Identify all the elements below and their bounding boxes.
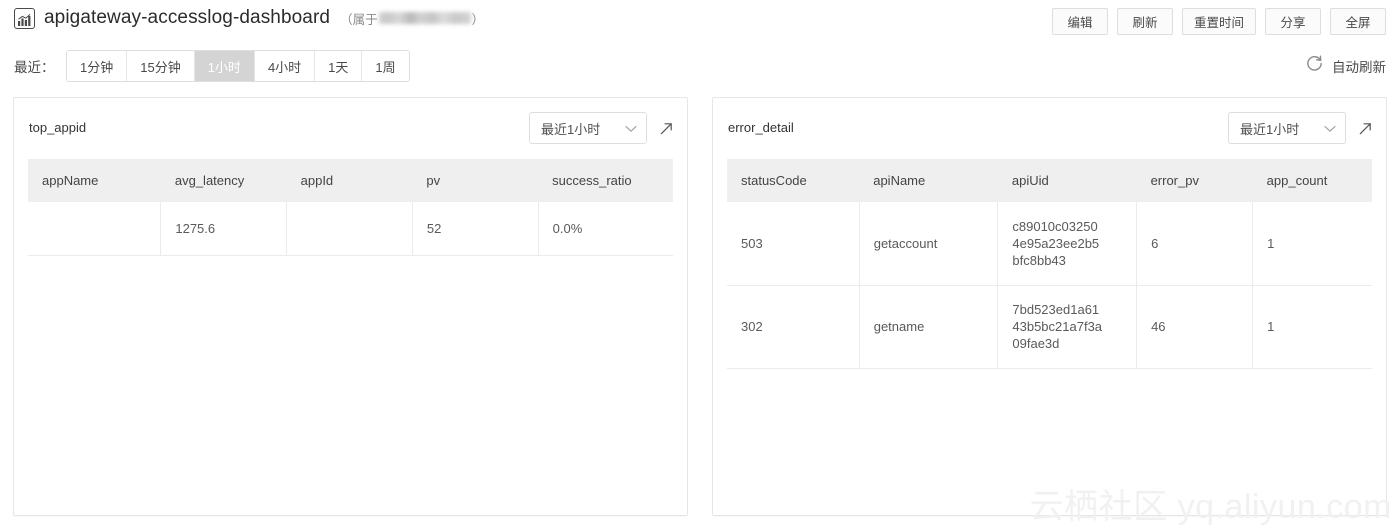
- panel-title-top-appid: top_appid: [29, 120, 87, 135]
- cell-success-ratio: 0.0%: [538, 202, 673, 256]
- panel-error-detail: error_detail 最近1小时 statusCode apiName ap…: [712, 97, 1387, 516]
- range-1m[interactable]: 1分钟: [67, 51, 128, 81]
- auto-refresh-control[interactable]: 自动刷新: [1305, 54, 1386, 78]
- dashboard-page: apigateway-accesslog-dashboard （属于 ） 编辑 …: [0, 0, 1400, 529]
- header-actions: 编辑 刷新 重置时间 分享 全屏: [1051, 8, 1386, 35]
- cell-avg-latency: 1275.6: [160, 202, 288, 256]
- panel-range-value: 最近1小时: [1240, 121, 1300, 137]
- cell-apiname: getname: [859, 285, 999, 369]
- table-error-detail: statusCode apiName apiUid error_pv app_c…: [727, 159, 1372, 369]
- edit-button[interactable]: 编辑: [1051, 8, 1108, 35]
- col-app-count[interactable]: app_count: [1252, 159, 1372, 202]
- table-body: 503 getaccount c89010c032504e95a23ee2b5b…: [727, 202, 1372, 369]
- col-pv[interactable]: pv: [412, 159, 539, 202]
- time-range-group: 1分钟 15分钟 1小时 4小时 1天 1周: [66, 50, 410, 82]
- panel-header: error_detail 最近1小时: [713, 98, 1386, 159]
- col-appid[interactable]: appId: [286, 159, 413, 202]
- cell-apiuid: 7bd523ed1a6143b5bc21a7f3a09fae3d: [997, 285, 1138, 369]
- panel-tools: 最近1小时: [529, 112, 675, 144]
- auto-refresh-label: 自动刷新: [1332, 60, 1386, 75]
- table-top-appid: appName avg_latency appId pv success_rat…: [28, 159, 673, 256]
- cell-app-count: 1: [1252, 285, 1372, 369]
- cell-error-pv: 46: [1136, 285, 1254, 369]
- range-1w[interactable]: 1周: [362, 51, 409, 81]
- cell-statuscode: 302: [727, 285, 860, 369]
- panel-range-select-error-detail[interactable]: 最近1小时: [1228, 112, 1346, 144]
- panel-tools: 最近1小时: [1228, 112, 1374, 144]
- share-button[interactable]: 分享: [1265, 8, 1321, 35]
- apiuid-value: c89010c032504e95a23ee2b5bfc8bb43: [1012, 218, 1100, 268]
- reset-time-button[interactable]: 重置时间: [1181, 8, 1256, 35]
- expand-arrow-icon[interactable]: [1356, 119, 1374, 137]
- recent-label: 最近：: [14, 60, 55, 75]
- chevron-down-icon: [1324, 121, 1336, 136]
- expand-arrow-icon[interactable]: [657, 119, 675, 137]
- cell-apiname: getaccount: [859, 202, 999, 286]
- col-avg-latency[interactable]: avg_latency: [160, 159, 287, 202]
- panel-top-appid: top_appid 最近1小时 appName avg_latency appI…: [13, 97, 688, 516]
- cell-appid: [286, 202, 413, 256]
- cell-app-count: 1: [1252, 202, 1372, 286]
- apiuid-value: 7bd523ed1a6143b5bc21a7f3a09fae3d: [1012, 302, 1103, 351]
- table-wrapper-error-detail: statusCode apiName apiUid error_pv app_c…: [713, 159, 1386, 369]
- owner-label: （属于 ）: [340, 9, 484, 28]
- cell-pv: 52: [412, 202, 539, 256]
- panel-header: top_appid 最近1小时: [14, 98, 687, 159]
- range-15m[interactable]: 15分钟: [127, 51, 195, 81]
- site-watermark: 云栖社区 yq.aliyun.com: [1029, 488, 1392, 526]
- page-title: apigateway-accesslog-dashboard: [44, 7, 331, 28]
- table-header-row: appName avg_latency appId pv success_rat…: [28, 159, 673, 202]
- range-4h[interactable]: 4小时: [254, 51, 316, 81]
- col-statuscode[interactable]: statusCode: [727, 159, 860, 202]
- panel-title-error-detail: error_detail: [728, 120, 794, 135]
- title-row: apigateway-accesslog-dashboard （属于 ）: [14, 7, 484, 29]
- fullscreen-button[interactable]: 全屏: [1330, 8, 1386, 35]
- cell-appname: [28, 202, 162, 256]
- range-1d[interactable]: 1天: [315, 51, 363, 81]
- refresh-circular-icon: [1305, 54, 1324, 78]
- table-row: 302 getname 7bd523ed1a6143b5bc21a7f3a09f…: [727, 285, 1372, 369]
- cell-error-pv: 6: [1136, 202, 1254, 286]
- col-error-pv[interactable]: error_pv: [1136, 159, 1253, 202]
- col-apiname[interactable]: apiName: [859, 159, 998, 202]
- panel-range-value: 最近1小时: [541, 121, 601, 137]
- cell-statuscode: 503: [727, 202, 860, 286]
- table-row: 503 getaccount c89010c032504e95a23ee2b5b…: [727, 202, 1372, 286]
- dashboard-chart-icon: [14, 7, 35, 29]
- cell-apiuid: c89010c032504e95a23ee2b5bfc8bb43: [997, 202, 1138, 286]
- table-header-row: statusCode apiName apiUid error_pv app_c…: [727, 159, 1372, 202]
- table-wrapper-top-appid: appName avg_latency appId pv success_rat…: [14, 159, 687, 256]
- owner-name-redacted: [378, 12, 471, 24]
- time-toolbar: 最近： 1分钟 15分钟 1小时 4小时 1天 1周 自动刷新: [0, 46, 1400, 86]
- table-body: 1275.6 52 0.0%: [28, 202, 673, 256]
- col-success-ratio[interactable]: success_ratio: [538, 159, 673, 202]
- range-1h[interactable]: 1小时: [194, 51, 255, 81]
- owner-prefix: （属于: [340, 12, 378, 27]
- chevron-down-icon: [625, 121, 637, 136]
- table-row: 1275.6 52 0.0%: [28, 202, 673, 256]
- owner-suffix: ）: [471, 12, 485, 27]
- refresh-button[interactable]: 刷新: [1116, 8, 1173, 35]
- col-appname[interactable]: appName: [28, 159, 161, 202]
- panel-range-select-top-appid[interactable]: 最近1小时: [529, 112, 647, 144]
- col-apiuid[interactable]: apiUid: [997, 159, 1137, 202]
- page-header: apigateway-accesslog-dashboard （属于 ） 编辑 …: [0, 0, 1400, 44]
